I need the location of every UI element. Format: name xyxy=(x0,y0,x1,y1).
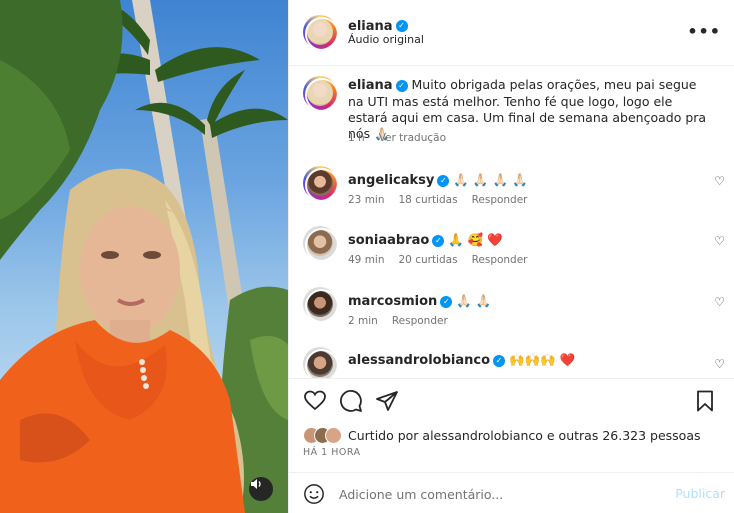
comment-composer: Publicar xyxy=(289,472,734,513)
comment-text: angelicaksy ✓ 🙏🏻 🙏🏻 🙏🏻 🙏🏻 xyxy=(348,172,710,189)
commenter-avatar[interactable] xyxy=(303,226,339,262)
post-panel: eliana ✓ Áudio original ••• eliana ✓ Muito… xyxy=(288,0,734,513)
liker-avatar xyxy=(325,427,342,444)
author-username[interactable]: eliana xyxy=(348,19,393,34)
mute-button[interactable] xyxy=(249,477,273,501)
post-time[interactable]: HÁ 1 HORA xyxy=(303,447,361,458)
caption-time[interactable]: 1 h xyxy=(348,132,365,144)
comment-username[interactable]: angelicaksy xyxy=(348,173,434,188)
comment-time[interactable]: 2 min xyxy=(348,315,378,327)
share-plane-icon[interactable] xyxy=(375,389,399,413)
comment-username[interactable]: alessandrolobianco xyxy=(348,353,490,368)
video-frame xyxy=(0,0,288,513)
comment-text: soniaabrao ✓ 🙏 🥰 ❤️ xyxy=(348,232,710,249)
more-icon: ••• xyxy=(687,22,721,41)
verified-icon: ✓ xyxy=(440,295,453,308)
like-comment-heart-icon[interactable]: ♡ xyxy=(714,174,725,188)
reply-button[interactable]: Responder xyxy=(392,315,448,327)
comment-bubble-icon[interactable] xyxy=(339,389,363,413)
comment-likes[interactable]: 20 curtidas xyxy=(399,254,458,266)
author-avatar[interactable] xyxy=(303,15,339,51)
more-options-button[interactable]: ••• xyxy=(687,22,721,41)
verified-icon: ✓ xyxy=(395,19,408,32)
verified-icon: ✓ xyxy=(432,234,445,247)
reply-button[interactable]: Responder xyxy=(472,254,528,266)
audio-label[interactable]: Áudio original xyxy=(348,33,424,46)
speaker-icon xyxy=(251,479,261,489)
comment-username[interactable]: marcosmion xyxy=(348,294,437,309)
reply-button[interactable]: Responder xyxy=(472,194,528,206)
comment-likes[interactable]: 18 curtidas xyxy=(399,194,458,206)
liked-by[interactable]: Curtido por alessandrolobianco e outras … xyxy=(303,427,701,444)
publish-button[interactable]: Publicar xyxy=(675,486,725,501)
commenter-avatar[interactable] xyxy=(303,347,339,378)
comment-text: marcosmion ✓ 🙏🏻 🙏🏻 xyxy=(348,293,710,310)
comment-text: alessandrolobianco ✓ 🙌🙌🙌 ❤️ xyxy=(348,352,710,369)
video-player[interactable] xyxy=(0,0,288,513)
verified-icon: ✓ xyxy=(395,79,408,92)
comment-username[interactable]: soniaabrao xyxy=(348,233,429,248)
save-bookmark-icon[interactable] xyxy=(693,389,717,413)
liked-by-text[interactable]: Curtido por alessandrolobianco e outras … xyxy=(348,428,701,443)
comment-time[interactable]: 49 min xyxy=(348,254,385,266)
like-comment-heart-icon[interactable]: ♡ xyxy=(714,295,725,309)
comment-body: 🙏🏻 🙏🏻 xyxy=(456,293,492,308)
action-bar: Curtido por alessandrolobianco e outras … xyxy=(289,378,734,472)
comment-meta: 23 min 18 curtidas Responder xyxy=(348,194,542,206)
commenter-avatar[interactable] xyxy=(303,166,339,202)
caption-meta: 1 h Ver tradução xyxy=(348,132,460,144)
like-comment-heart-icon[interactable]: ♡ xyxy=(714,234,725,248)
comments-list[interactable]: eliana ✓ Muito obrigada pelas orações, me… xyxy=(289,66,734,378)
comment-input[interactable] xyxy=(339,483,659,505)
comment-body: 🙏 🥰 ❤️ xyxy=(448,232,503,247)
commenter-avatar[interactable] xyxy=(303,287,339,323)
author-avatar-caption[interactable] xyxy=(303,76,339,112)
see-translation-link[interactable]: Ver tradução xyxy=(379,132,446,144)
comment-body: 🙌🙌🙌 ❤️ xyxy=(509,352,576,367)
comment-meta: 2 min Responder xyxy=(348,315,462,327)
caption-username[interactable]: eliana xyxy=(348,78,393,93)
comment-meta: 49 min 20 curtidas Responder xyxy=(348,254,542,266)
verified-icon: ✓ xyxy=(493,354,506,367)
verified-icon: ✓ xyxy=(437,174,450,187)
like-comment-heart-icon[interactable]: ♡ xyxy=(714,357,725,371)
like-heart-icon[interactable] xyxy=(303,389,327,413)
comment-body: 🙏🏻 🙏🏻 🙏🏻 🙏🏻 xyxy=(453,172,528,187)
comment-time[interactable]: 23 min xyxy=(348,194,385,206)
post-header: eliana ✓ Áudio original ••• xyxy=(289,0,734,66)
emoji-smiley-icon[interactable] xyxy=(303,483,325,505)
